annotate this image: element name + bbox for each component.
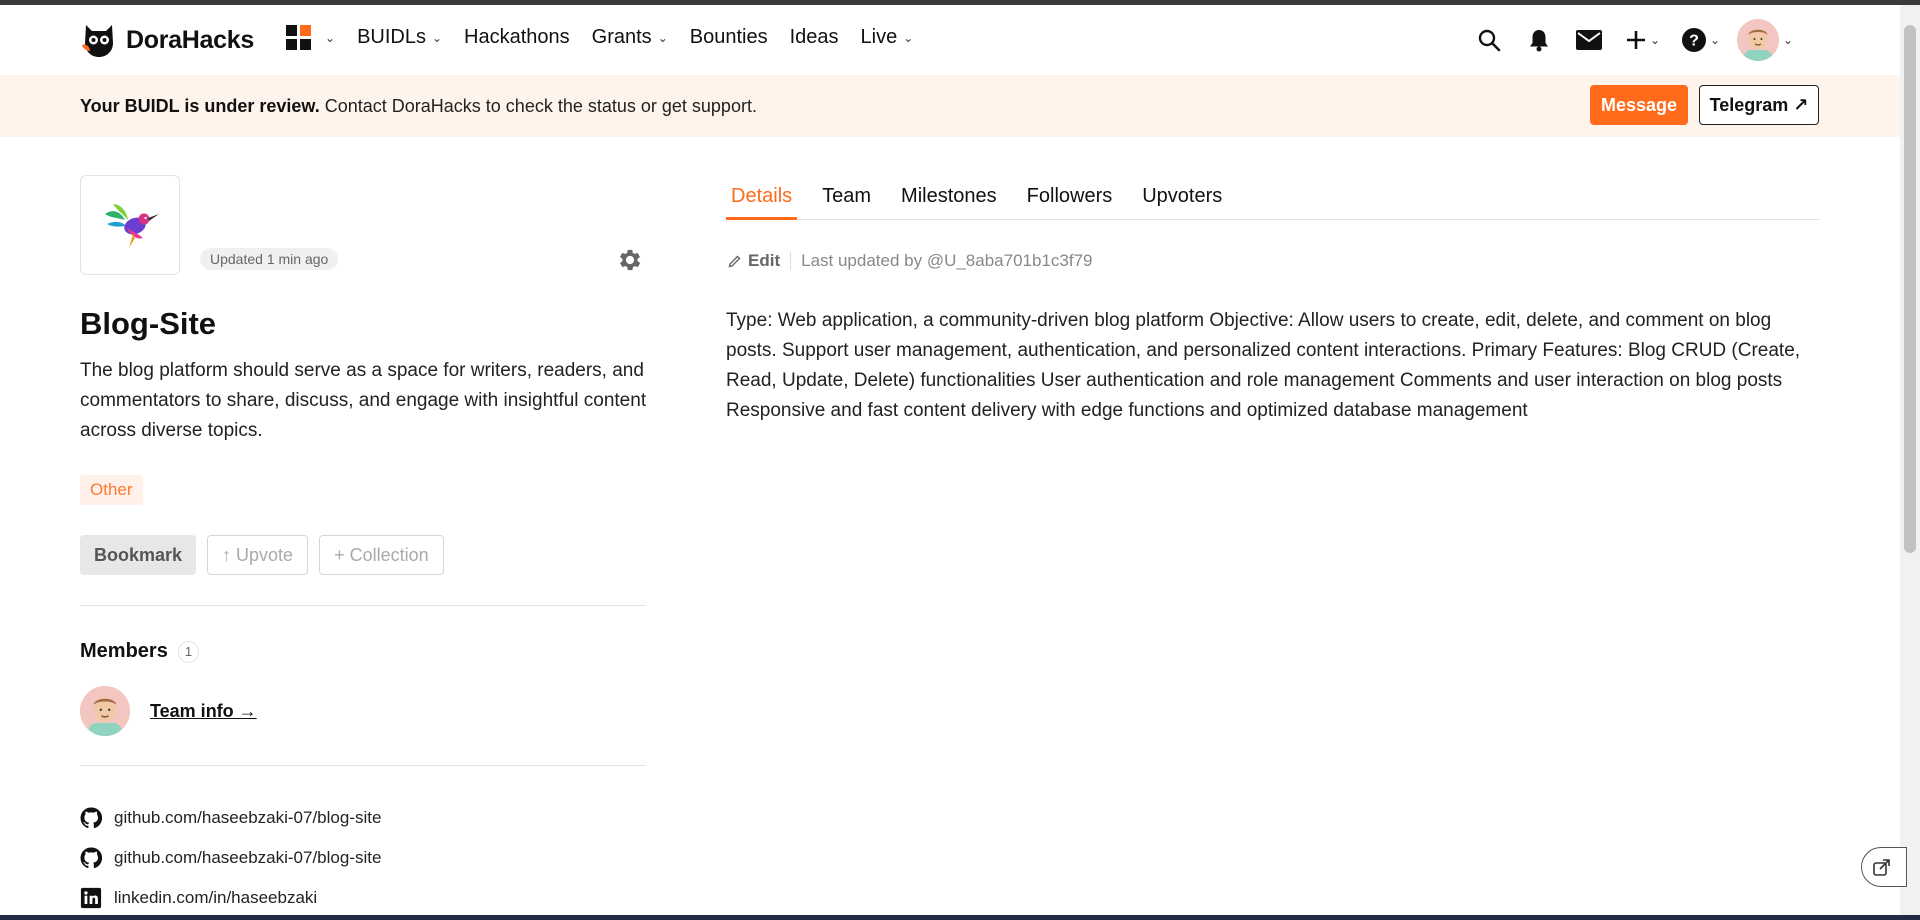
user-menu-button[interactable]: ⌄ bbox=[1730, 19, 1800, 61]
chevron-down-icon: ⌄ bbox=[1709, 33, 1721, 47]
members-title: Members bbox=[80, 640, 168, 662]
project-description: The blog platform should serve as a spac… bbox=[80, 360, 647, 441]
chevron-down-icon: ⌄ bbox=[1782, 33, 1794, 47]
updated-badge: Updated 1 min ago bbox=[200, 248, 339, 270]
project-title: Blog-Site bbox=[80, 306, 217, 341]
link-text: github.com/haseebzaki-07/blog-site bbox=[114, 808, 382, 827]
hummingbird-logo-icon bbox=[105, 204, 159, 248]
search-icon bbox=[1478, 29, 1501, 52]
banner-message: Your BUIDL is under review. Contact Dora… bbox=[80, 96, 757, 117]
create-menu-button[interactable]: ⌄ bbox=[1614, 19, 1672, 61]
link-item[interactable]: github.com/haseebzaki-07/blog-site bbox=[80, 798, 381, 838]
messages-button[interactable] bbox=[1564, 19, 1614, 61]
link-item[interactable]: github.com/haseebzaki-07/blog-site bbox=[80, 838, 381, 878]
project-logo bbox=[80, 175, 180, 275]
window-bottom-strip bbox=[0, 915, 1920, 920]
message-button[interactable]: Message bbox=[1590, 85, 1688, 125]
top-navbar: DoraHacks ⌄ BUIDLs ⌄ Hackathons Grants ⌄… bbox=[0, 5, 1900, 75]
chevron-down-icon: ⌄ bbox=[903, 30, 914, 45]
members-count-badge: 1 bbox=[177, 640, 200, 663]
mail-icon bbox=[1576, 30, 1602, 50]
upvote-button[interactable]: ↑ Upvote bbox=[207, 535, 309, 575]
bell-icon bbox=[1530, 30, 1548, 52]
banner-bold-text: Your BUIDL is under review. bbox=[80, 95, 320, 116]
gear-icon[interactable] bbox=[616, 246, 644, 274]
share-icon bbox=[1873, 859, 1890, 876]
chevron-down-icon: ⌄ bbox=[325, 30, 336, 45]
apps-icon bbox=[286, 25, 311, 50]
nav-label: Ideas bbox=[789, 26, 839, 48]
member-row: Team info → bbox=[80, 686, 257, 736]
last-updated-text: Last updated by @U_8aba701b1c3f79 bbox=[801, 251, 1093, 270]
nav-label: Hackathons bbox=[464, 26, 570, 48]
nav-label: Live bbox=[860, 26, 898, 48]
project-links: github.com/haseebzaki-07/blog-site githu… bbox=[80, 798, 381, 918]
details-meta: Edit Last updated by @U_8aba701b1c3f79 bbox=[728, 251, 1092, 271]
page-scrollbar[interactable] bbox=[1900, 5, 1920, 915]
nav-live[interactable]: Live ⌄ bbox=[861, 26, 914, 49]
nav-buidls[interactable]: BUIDLs ⌄ bbox=[357, 26, 442, 49]
help-icon: ? bbox=[1681, 28, 1706, 52]
nav-ideas[interactable]: Ideas bbox=[790, 26, 839, 49]
header-actions: ⌄ ? ⌄ ⌄ bbox=[1464, 19, 1800, 61]
pencil-icon bbox=[728, 255, 741, 268]
share-button[interactable] bbox=[1861, 847, 1907, 887]
nav-grants[interactable]: Grants ⌄ bbox=[592, 26, 668, 49]
separator bbox=[790, 252, 792, 270]
tab-followers[interactable]: Followers bbox=[1022, 185, 1118, 220]
banner-body-text: Contact DoraHacks to check the status or… bbox=[319, 95, 757, 116]
search-button[interactable] bbox=[1464, 19, 1514, 61]
notifications-button[interactable] bbox=[1514, 19, 1564, 61]
details-body: Type: Web application, a community-drive… bbox=[726, 310, 1801, 421]
category-tag[interactable]: Other bbox=[80, 475, 143, 505]
chevron-down-icon: ⌄ bbox=[657, 30, 668, 45]
team-info-link[interactable]: Team info → bbox=[150, 701, 257, 722]
review-banner: Your BUIDL is under review. Contact Dora… bbox=[0, 75, 1900, 137]
tab-details[interactable]: Details bbox=[726, 185, 798, 220]
owl-logo-icon bbox=[82, 25, 113, 57]
project-tabs: Details Team Milestones Followers Upvote… bbox=[726, 185, 1820, 220]
nav-label: Bounties bbox=[689, 26, 768, 48]
link-text: linkedin.com/in/haseebzaki bbox=[114, 888, 318, 907]
project-actions: Bookmark ↑ Upvote + Collection bbox=[80, 535, 444, 575]
divider bbox=[80, 765, 646, 766]
tab-team[interactable]: Team bbox=[817, 185, 876, 220]
chevron-down-icon: ⌄ bbox=[431, 30, 443, 45]
nav-label: BUIDLs bbox=[357, 26, 426, 48]
members-heading: Members 1 bbox=[80, 640, 200, 663]
svg-text:?: ? bbox=[1689, 33, 1699, 50]
add-collection-button[interactable]: + Collection bbox=[319, 535, 444, 575]
dorahacks-logo[interactable]: DoraHacks bbox=[80, 21, 254, 59]
nav-label: Grants bbox=[591, 26, 652, 48]
edit-button[interactable]: Edit bbox=[728, 251, 780, 271]
divider bbox=[80, 605, 646, 606]
github-icon bbox=[80, 807, 102, 829]
bookmark-button[interactable]: Bookmark bbox=[80, 535, 197, 575]
nav-bounties[interactable]: Bounties bbox=[690, 26, 768, 49]
chevron-down-icon: ⌄ bbox=[1649, 33, 1661, 47]
link-text: github.com/haseebzaki-07/blog-site bbox=[114, 848, 382, 867]
plus-icon bbox=[1626, 31, 1645, 49]
scrollbar-thumb[interactable] bbox=[1904, 25, 1916, 553]
brand-name: DoraHacks bbox=[126, 25, 254, 54]
nav-hackathons[interactable]: Hackathons bbox=[464, 26, 570, 49]
avatar bbox=[1736, 19, 1779, 61]
apps-menu[interactable]: ⌄ bbox=[286, 25, 335, 50]
tab-upvoters[interactable]: Upvoters bbox=[1137, 185, 1227, 220]
linkedin-icon bbox=[80, 887, 102, 909]
avatar[interactable] bbox=[80, 686, 130, 736]
link-item[interactable]: linkedin.com/in/haseebzaki bbox=[80, 878, 381, 918]
telegram-button[interactable]: Telegram ↗ bbox=[1699, 85, 1819, 125]
help-menu-button[interactable]: ? ⌄ bbox=[1672, 19, 1730, 61]
github-icon bbox=[80, 847, 102, 869]
tab-milestones[interactable]: Milestones bbox=[896, 185, 1002, 220]
edit-label: Edit bbox=[748, 251, 781, 270]
main-nav: ⌄ BUIDLs ⌄ Hackathons Grants ⌄ Bounties … bbox=[286, 25, 935, 50]
